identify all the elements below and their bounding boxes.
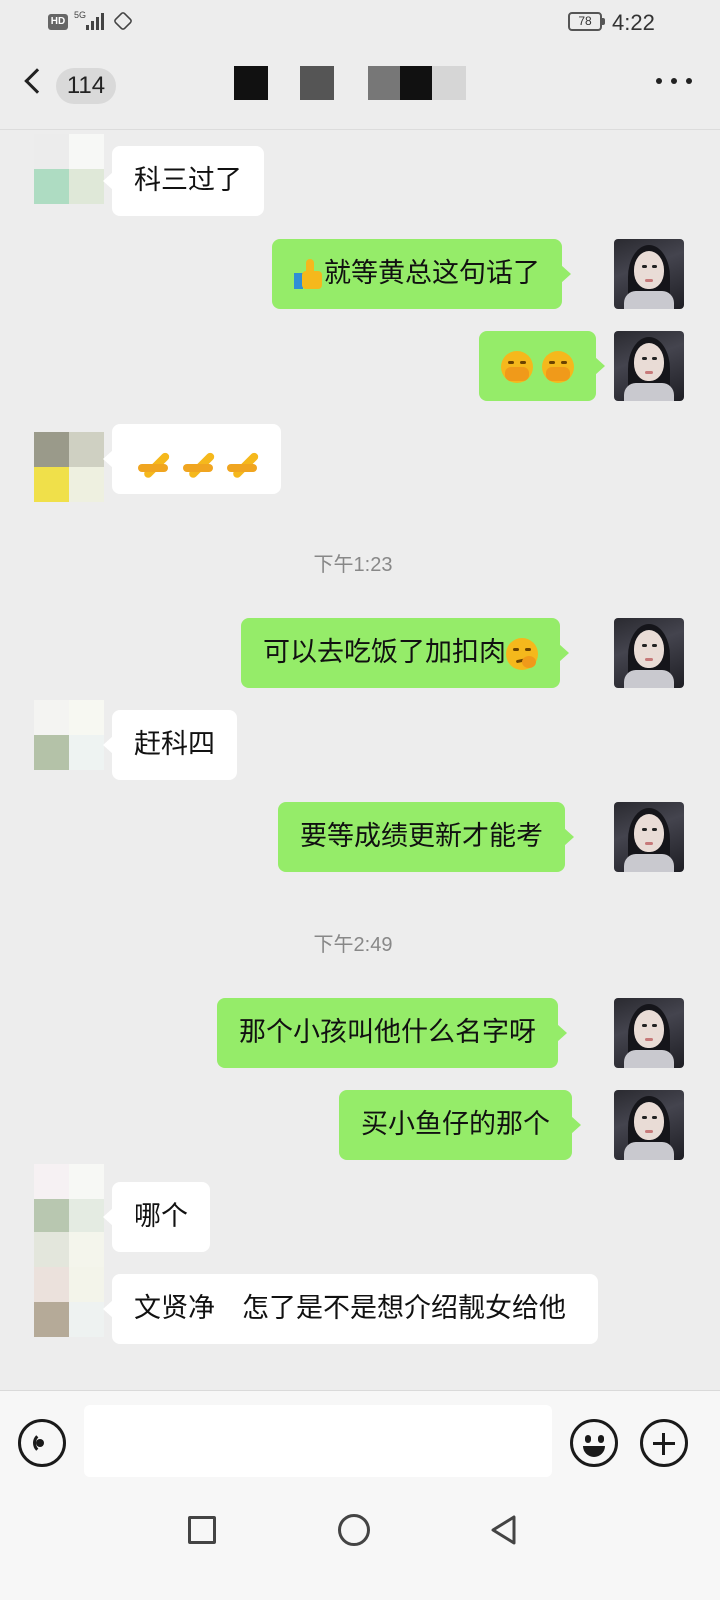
message-bubble[interactable]: 可以去吃饭了加扣肉 <box>241 618 569 688</box>
home-icon[interactable] <box>338 1514 370 1546</box>
chat-title-redacted <box>234 66 474 100</box>
status-bar: HD 5G 78 4:22 <box>0 0 720 46</box>
emoji-picker-icon[interactable] <box>570 1419 618 1467</box>
message-bubble[interactable]: 要等成绩更新才能考 <box>278 802 574 872</box>
message-input[interactable] <box>84 1405 552 1477</box>
message-bubble[interactable]: 赶科四 <box>103 710 237 780</box>
message-bubble[interactable] <box>102 424 282 494</box>
voice-input-icon[interactable] <box>18 1419 66 1467</box>
contact-avatar[interactable] <box>34 1164 104 1234</box>
network-type: 5G <box>74 10 87 20</box>
recent-apps-icon[interactable] <box>188 1516 216 1544</box>
contact-avatar[interactable] <box>34 1232 104 1302</box>
message-bubble[interactable]: 科三过了 <box>103 146 264 216</box>
message-text: 就等黄总这句话了 <box>324 258 540 289</box>
timestamp: 下午2:49 <box>313 934 393 956</box>
my-avatar[interactable] <box>614 1090 684 1160</box>
message-bubble[interactable]: 就等黄总这句话了 <box>272 239 571 309</box>
more-actions-plus-icon[interactable] <box>640 1419 688 1467</box>
message-text: 可以去吃饭了加扣肉 <box>263 637 506 668</box>
battery-icon: 78 <box>568 12 605 31</box>
my-avatar[interactable] <box>614 239 684 309</box>
clock: 4:22 <box>612 10 655 35</box>
my-avatar[interactable] <box>614 998 684 1068</box>
my-avatar[interactable] <box>614 618 684 688</box>
contact-avatar[interactable] <box>34 1302 104 1338</box>
system-nav-bar <box>0 1490 720 1600</box>
more-options-icon[interactable] <box>656 76 692 84</box>
back-icon[interactable] <box>488 1514 520 1546</box>
smirk-face-icon <box>506 637 538 670</box>
unread-count-badge[interactable]: 114 <box>56 68 116 104</box>
folded-hands-icon <box>179 444 216 479</box>
hugging-face-icon <box>541 350 574 383</box>
input-bar <box>0 1390 720 1490</box>
signal-icon <box>86 12 108 30</box>
my-avatar[interactable] <box>614 331 684 401</box>
folded-hands-icon <box>223 444 261 479</box>
nfc-icon <box>112 10 134 32</box>
my-avatar[interactable] <box>614 802 684 872</box>
thumbs-up-icon <box>294 258 324 291</box>
chat-header: 114 <box>0 46 720 130</box>
contact-avatar[interactable] <box>34 700 104 770</box>
contact-avatar[interactable] <box>34 134 104 204</box>
back-arrow-icon[interactable] <box>24 68 50 94</box>
hugging-face-icon <box>501 350 533 383</box>
contact-avatar[interactable] <box>34 432 104 502</box>
message-bubble[interactable]: 哪个 <box>103 1182 210 1252</box>
hd-icon: HD <box>48 14 68 30</box>
message-bubble[interactable]: 买小鱼仔的那个 <box>339 1090 581 1160</box>
folded-hands-icon <box>134 444 171 479</box>
message-bubble[interactable]: 文贤净 怎了是不是想介绍靓女给他 <box>103 1274 598 1344</box>
message-bubble[interactable]: 那个小孩叫他什么名字呀 <box>217 998 567 1068</box>
timestamp: 下午1:23 <box>313 554 393 576</box>
message-bubble[interactable] <box>479 331 605 401</box>
